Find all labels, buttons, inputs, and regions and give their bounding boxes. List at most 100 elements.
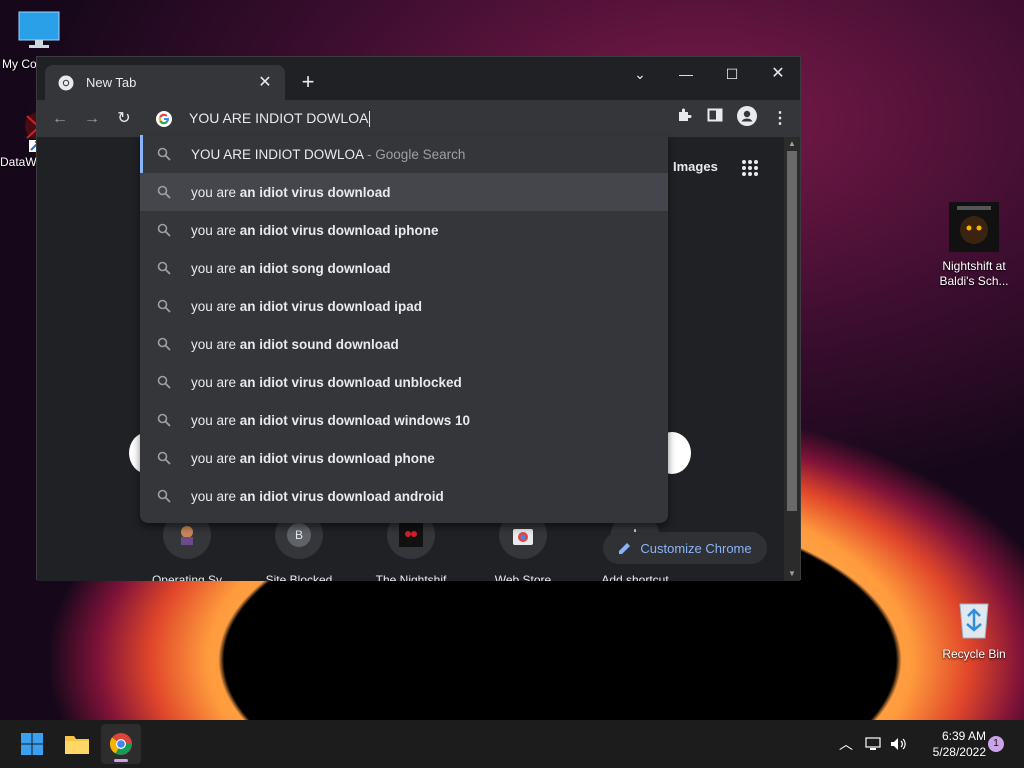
images-link[interactable]: Images bbox=[673, 159, 718, 174]
notification-badge[interactable]: 1 bbox=[988, 736, 1004, 752]
suggestion-row[interactable]: you are an idiot song download bbox=[140, 249, 668, 287]
suggestion-prefix: you are bbox=[191, 374, 240, 390]
scroll-thumb[interactable] bbox=[787, 151, 797, 511]
file-explorer-button[interactable] bbox=[57, 724, 97, 764]
suggestion-row[interactable]: you are an idiot virus download windows … bbox=[140, 401, 668, 439]
google-g-icon bbox=[156, 110, 172, 127]
suggestion-prefix: you are bbox=[191, 412, 240, 428]
search-icon bbox=[157, 185, 171, 199]
search-icon bbox=[157, 489, 171, 503]
omnibox[interactable]: YOU ARE INDIOT DOWLOA bbox=[141, 100, 667, 137]
suggestion-row[interactable]: you are an idiot virus download phone bbox=[140, 439, 668, 477]
taskbar: ︿ 6:39 AM 5/28/2022 bbox=[0, 720, 1024, 768]
reload-icon[interactable]: ↻ bbox=[111, 106, 137, 132]
suggestion-prefix: you are bbox=[191, 336, 240, 352]
desktop-icon-nightshift[interactable]: Nightshift at Baldi's Sch... bbox=[937, 202, 1011, 289]
back-arrow-icon[interactable]: ← bbox=[47, 106, 73, 132]
chrome-icon bbox=[58, 75, 74, 90]
pencil-icon bbox=[619, 543, 631, 554]
search-icon bbox=[157, 451, 171, 465]
suggestion-text: you are an idiot virus download android bbox=[191, 489, 444, 504]
suggestion-row[interactable]: you are an idiot virus download bbox=[140, 173, 668, 211]
suggestion-text: you are an idiot virus download bbox=[191, 185, 391, 200]
suggestion-text: you are an idiot virus download iphone bbox=[191, 223, 439, 238]
title-bar: New Tab ✕ + ⌄ — ☐ ✕ bbox=[37, 57, 800, 100]
side-panel-icon[interactable] bbox=[702, 106, 728, 132]
recycle-bin-icon bbox=[959, 603, 989, 639]
monitor-icon bbox=[18, 11, 60, 48]
suggestion-completion: an idiot virus download windows 10 bbox=[239, 412, 471, 428]
search-icon bbox=[157, 413, 171, 427]
profile-avatar-icon[interactable] bbox=[734, 106, 760, 132]
suggestion-prefix: you are bbox=[191, 222, 240, 238]
tab-search-chevron-down-icon[interactable]: ⌄ bbox=[617, 60, 663, 88]
suggestion-completion: an idiot virus download android bbox=[239, 488, 444, 504]
suggestion-row[interactable]: you are an idiot sound download bbox=[140, 325, 668, 363]
shortcut-label: Web Store bbox=[494, 573, 552, 581]
search-icon bbox=[157, 337, 171, 351]
shortcut-initial: B bbox=[287, 523, 311, 547]
suggestion-prefix: you are bbox=[191, 184, 240, 200]
search-icon bbox=[157, 223, 171, 237]
shortcut-label: Site Blocked bbox=[265, 573, 333, 581]
page-scrollbar[interactable]: ▲ ▼ bbox=[784, 137, 800, 581]
suggestion-row[interactable]: you are an idiot virus download android bbox=[140, 477, 668, 515]
suggestion-text: you are an idiot sound download bbox=[191, 337, 399, 352]
folder-icon bbox=[65, 736, 89, 754]
suggestion-prefix: you are bbox=[191, 450, 240, 466]
shortcut-label: Add shortcut bbox=[601, 573, 669, 581]
suggestion-prefix: YOU ARE INDIOT DOWLOA bbox=[191, 146, 364, 162]
close-tab-icon[interactable]: ✕ bbox=[255, 73, 275, 93]
search-icon bbox=[157, 299, 171, 313]
suggestion-text: you are an idiot song download bbox=[191, 261, 391, 276]
suggestion-completion: an idiot virus download phone bbox=[239, 450, 435, 466]
customize-chrome-button[interactable]: Customize Chrome bbox=[603, 532, 767, 564]
suggestion-row[interactable]: you are an idiot virus download iphone bbox=[140, 211, 668, 249]
chrome-taskbar-button[interactable] bbox=[101, 724, 141, 764]
search-icon bbox=[157, 261, 171, 275]
clock-time: 6:39 AM bbox=[941, 729, 986, 743]
shortcut-label: Operating Sy bbox=[151, 573, 223, 581]
suggestion-row[interactable]: YOU ARE INDIOT DOWLOA - Google Search bbox=[140, 135, 668, 173]
omnibox-suggestions-dropdown: YOU ARE INDIOT DOWLOA - Google Search you… bbox=[140, 135, 668, 523]
scroll-down-arrow-icon[interactable]: ▼ bbox=[784, 567, 800, 581]
suggestion-text: YOU ARE INDIOT DOWLOA - Google Search bbox=[191, 147, 465, 162]
suggestion-row[interactable]: you are an idiot virus download ipad bbox=[140, 287, 668, 325]
close-window-button[interactable]: ✕ bbox=[755, 60, 801, 88]
forward-arrow-icon[interactable]: → bbox=[79, 106, 105, 132]
omnibox-input[interactable]: YOU ARE INDIOT DOWLOA bbox=[189, 109, 371, 128]
desktop-icon-label: Recycle Bin bbox=[942, 647, 1006, 661]
search-icon bbox=[157, 375, 171, 389]
suggestion-suffix: - Google Search bbox=[363, 146, 466, 162]
tab-new-tab[interactable]: New Tab ✕ bbox=[45, 65, 285, 100]
desktop-icon-label: Nightshift at Baldi's Sch... bbox=[939, 259, 1009, 288]
show-hidden-icons-chevron-up-icon[interactable]: ︿ bbox=[836, 720, 856, 768]
google-apps-grid-icon[interactable] bbox=[741, 159, 759, 177]
minimize-button[interactable]: — bbox=[663, 60, 709, 88]
browser-toolbar: ← → ↻ YOU ARE INDIOT DOWLOA ⋮ bbox=[37, 100, 800, 137]
suggestion-prefix: you are bbox=[191, 298, 240, 314]
suggestion-prefix: you are bbox=[191, 260, 240, 276]
suggestion-completion: an idiot virus download iphone bbox=[239, 222, 439, 238]
suggestion-completion: an idiot sound download bbox=[239, 336, 399, 352]
browser-window: New Tab ✕ + ⌄ — ☐ ✕ ← → ↻ YOU ARE INDIOT… bbox=[36, 56, 801, 581]
suggestion-completion: an idiot virus download bbox=[239, 184, 391, 200]
scroll-up-arrow-icon[interactable]: ▲ bbox=[784, 137, 800, 151]
new-tab-button[interactable]: + bbox=[295, 70, 321, 96]
chrome-icon bbox=[109, 733, 132, 755]
start-button[interactable] bbox=[12, 724, 52, 764]
more-options-icon[interactable]: ⋮ bbox=[767, 106, 793, 132]
suggestion-row[interactable]: you are an idiot virus download unblocke… bbox=[140, 363, 668, 401]
maximize-button[interactable]: ☐ bbox=[709, 60, 755, 88]
game-thumbnail-icon bbox=[949, 202, 999, 252]
omnibox-text: YOU ARE INDIOT DOWLOA bbox=[189, 109, 369, 126]
clock-date: 5/28/2022 bbox=[932, 745, 986, 759]
taskbar-clock[interactable]: 6:39 AM 5/28/2022 bbox=[906, 728, 986, 760]
active-app-indicator bbox=[114, 759, 128, 762]
network-icon[interactable] bbox=[862, 720, 884, 768]
suggestion-text: you are an idiot virus download phone bbox=[191, 451, 435, 466]
desktop-icon-recycle-bin[interactable]: Recycle Bin bbox=[937, 598, 1011, 662]
search-icon bbox=[157, 147, 171, 161]
extensions-puzzle-icon[interactable] bbox=[671, 106, 697, 132]
text-caret bbox=[369, 111, 371, 128]
